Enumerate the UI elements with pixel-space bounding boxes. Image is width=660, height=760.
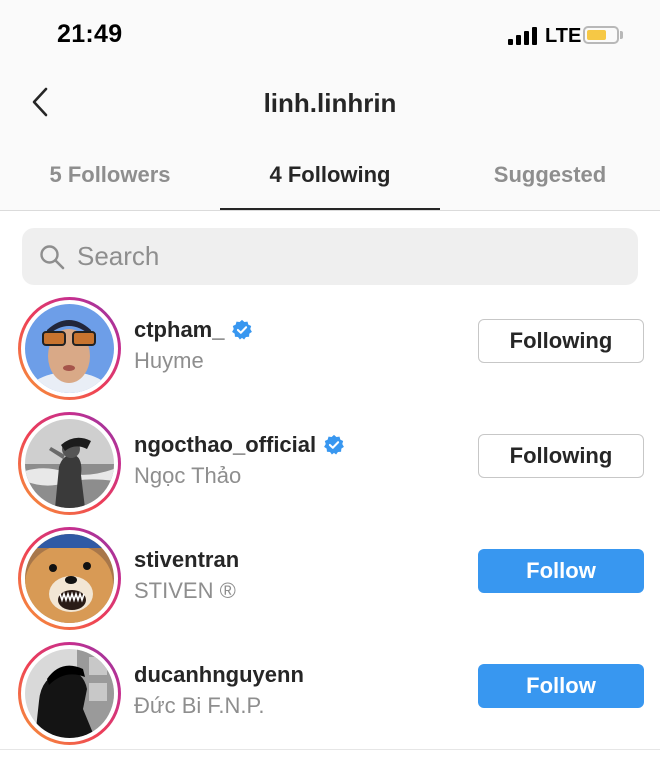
avatar xyxy=(25,534,114,623)
following-button[interactable]: Following xyxy=(478,434,644,478)
username[interactable]: ngocthao_official xyxy=(134,432,345,458)
search-bar[interactable] xyxy=(22,228,638,285)
username[interactable]: ctpham_ xyxy=(134,317,253,343)
story-ring[interactable] xyxy=(18,297,121,400)
story-ring[interactable] xyxy=(18,642,121,745)
story-ring[interactable] xyxy=(18,527,121,630)
story-ring[interactable] xyxy=(18,412,121,515)
username-text: ducanhnguyenn xyxy=(134,662,304,687)
verified-badge-icon xyxy=(232,319,253,340)
tab-suggested[interactable]: Suggested xyxy=(440,162,660,188)
list-item[interactable]: stiventran STIVEN ® Follow xyxy=(0,525,660,635)
avatar xyxy=(25,649,114,738)
status-time: 21:49 xyxy=(57,20,123,48)
avatar xyxy=(25,419,114,508)
network-type: LTE xyxy=(545,25,582,47)
full-name: Ngọc Thảo xyxy=(134,463,242,488)
follow-button[interactable]: Follow xyxy=(478,549,644,593)
verified-badge-icon xyxy=(324,434,345,455)
list-item[interactable]: ducanhnguyenn Đức Bi F.N.P. Follow xyxy=(0,640,660,750)
list-item[interactable]: ctpham_ Huyme Following xyxy=(0,295,660,405)
avatar xyxy=(25,304,114,393)
username[interactable]: ducanhnguyenn xyxy=(134,662,304,688)
following-button[interactable]: Following xyxy=(478,319,644,363)
username-text: ctpham_ xyxy=(134,317,225,342)
username[interactable]: stiventran xyxy=(134,547,239,573)
list-item[interactable]: ngocthao_official Ngọc Thảo Following xyxy=(0,410,660,520)
battery-icon xyxy=(583,26,619,44)
tab-following[interactable]: 4 Following xyxy=(220,162,440,188)
list-divider xyxy=(0,749,660,750)
search-icon xyxy=(40,245,65,270)
cellular-signal-icon xyxy=(508,27,538,45)
full-name: Huyme xyxy=(134,348,204,373)
full-name: Đức Bi F.N.P. xyxy=(134,693,265,718)
search-input[interactable] xyxy=(77,228,617,285)
full-name: STIVEN ® xyxy=(134,578,236,603)
battery-tip xyxy=(620,31,623,39)
header-divider xyxy=(0,210,660,211)
tab-followers[interactable]: 5 Followers xyxy=(0,162,220,188)
follow-button[interactable]: Follow xyxy=(478,664,644,708)
username-text: ngocthao_official xyxy=(134,432,317,457)
page-title: linh.linhrin xyxy=(263,88,397,118)
username-text: stiventran xyxy=(134,547,240,572)
